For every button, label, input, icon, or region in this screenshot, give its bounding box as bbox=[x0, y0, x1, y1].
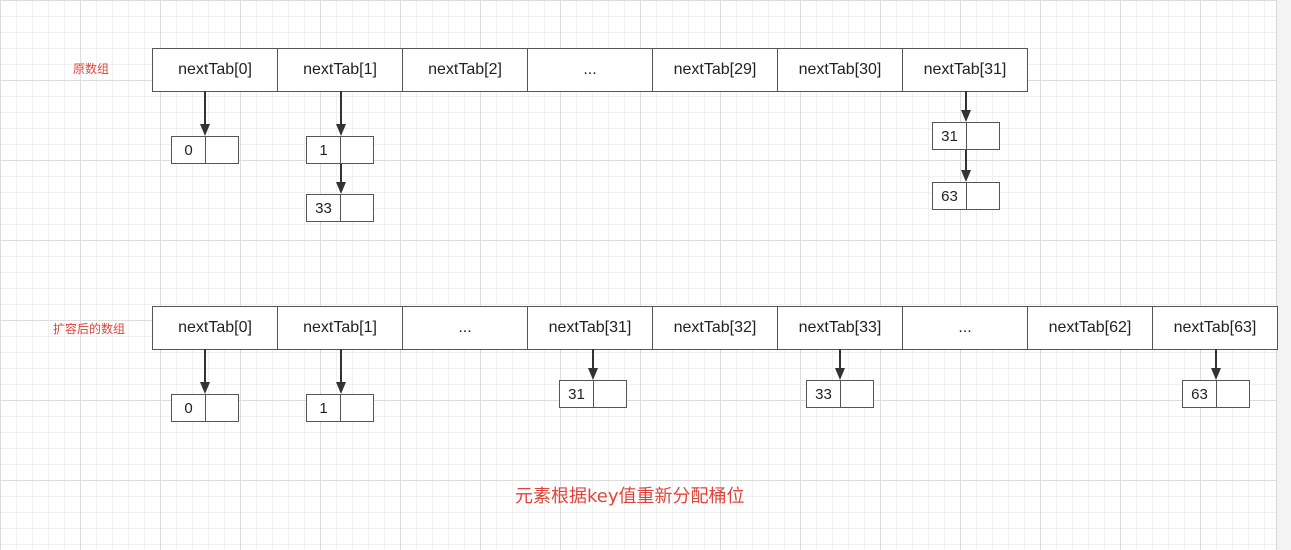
node-value: 31 bbox=[560, 381, 594, 407]
original-node-33: 33 bbox=[306, 194, 374, 222]
expanded-node-31: 31 bbox=[559, 380, 627, 408]
expanded-cell-5: nextTab[33] bbox=[778, 307, 903, 349]
node-next-pointer bbox=[1217, 381, 1249, 407]
expanded-cell-0: nextTab[0] bbox=[153, 307, 278, 349]
arrowhead bbox=[200, 124, 210, 136]
arrowhead bbox=[336, 382, 346, 394]
node-next-pointer bbox=[206, 395, 238, 421]
arrowhead bbox=[961, 110, 971, 122]
original-node-31: 31 bbox=[932, 122, 1000, 150]
expanded-cell-3: nextTab[31] bbox=[528, 307, 653, 349]
expanded-cell-1: nextTab[1] bbox=[278, 307, 403, 349]
arrowhead bbox=[336, 124, 346, 136]
arrowhead bbox=[835, 368, 845, 380]
node-next-pointer bbox=[341, 137, 373, 163]
expanded-node-1: 1 bbox=[306, 394, 374, 422]
node-next-pointer bbox=[967, 123, 999, 149]
original-cell-3: ... bbox=[528, 49, 653, 91]
expanded-node-33: 33 bbox=[806, 380, 874, 408]
node-next-pointer bbox=[594, 381, 626, 407]
node-value: 1 bbox=[307, 137, 341, 163]
node-next-pointer bbox=[841, 381, 873, 407]
original-node-0: 0 bbox=[171, 136, 239, 164]
node-next-pointer bbox=[967, 183, 999, 209]
diagram-caption: 元素根据key值重新分配桶位 bbox=[515, 486, 745, 507]
node-value: 0 bbox=[172, 395, 206, 421]
original-cell-2: nextTab[2] bbox=[403, 49, 528, 91]
expanded-array: nextTab[0] nextTab[1] ... nextTab[31] ne… bbox=[152, 306, 1278, 350]
arrowhead bbox=[588, 368, 598, 380]
arrowhead bbox=[336, 182, 346, 194]
expanded-cell-7: nextTab[62] bbox=[1028, 307, 1153, 349]
expanded-cell-4: nextTab[32] bbox=[653, 307, 778, 349]
original-array-label: 原数组 bbox=[73, 62, 110, 76]
node-next-pointer bbox=[341, 195, 373, 221]
expanded-cell-8: nextTab[63] bbox=[1153, 307, 1278, 349]
original-cell-0: nextTab[0] bbox=[153, 49, 278, 91]
node-value: 31 bbox=[933, 123, 967, 149]
expanded-array-label: 扩容后的数组 bbox=[53, 322, 126, 336]
scroll-edge bbox=[1276, 0, 1291, 550]
expanded-cell-6: ... bbox=[903, 307, 1028, 349]
original-node-63: 63 bbox=[932, 182, 1000, 210]
node-value: 0 bbox=[172, 137, 206, 163]
original-array: nextTab[0] nextTab[1] nextTab[2] ... nex… bbox=[152, 48, 1028, 92]
expanded-cell-2: ... bbox=[403, 307, 528, 349]
node-value: 63 bbox=[1183, 381, 1217, 407]
node-value: 1 bbox=[307, 395, 341, 421]
arrowhead bbox=[1211, 368, 1221, 380]
original-cell-5: nextTab[30] bbox=[778, 49, 903, 91]
original-node-1: 1 bbox=[306, 136, 374, 164]
original-cell-4: nextTab[29] bbox=[653, 49, 778, 91]
expanded-node-0: 0 bbox=[171, 394, 239, 422]
node-value: 63 bbox=[933, 183, 967, 209]
arrowhead bbox=[200, 382, 210, 394]
arrowhead bbox=[961, 170, 971, 182]
node-next-pointer bbox=[341, 395, 373, 421]
node-value: 33 bbox=[307, 195, 341, 221]
original-cell-6: nextTab[31] bbox=[903, 49, 1028, 91]
node-value: 33 bbox=[807, 381, 841, 407]
expanded-node-63: 63 bbox=[1182, 380, 1250, 408]
original-cell-1: nextTab[1] bbox=[278, 49, 403, 91]
node-next-pointer bbox=[206, 137, 238, 163]
